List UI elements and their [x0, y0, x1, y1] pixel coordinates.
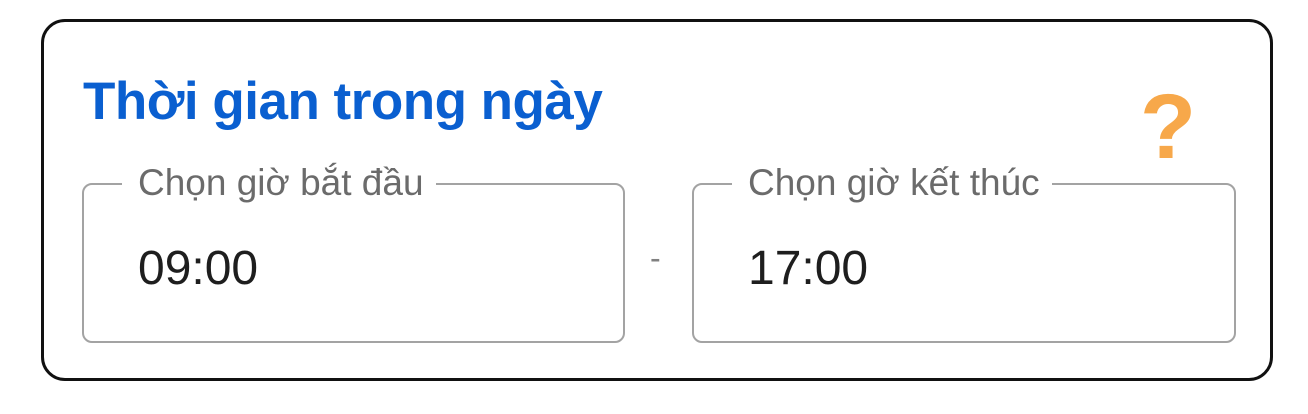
help-icon[interactable]: ?	[1138, 76, 1198, 178]
end-time-label: Chọn giờ kết thúc	[732, 163, 1052, 203]
start-time-label: Chọn giờ bắt đầu	[122, 163, 436, 203]
end-time-value[interactable]: 17:00	[748, 241, 868, 297]
end-time-field[interactable]: Chọn giờ kết thúc 17:00	[692, 163, 1236, 343]
start-time-value[interactable]: 09:00	[138, 241, 258, 297]
help-icon-glyph: ?	[1139, 76, 1197, 178]
start-time-field[interactable]: Chọn giờ bắt đầu 09:00	[82, 163, 625, 343]
range-separator: -	[650, 240, 661, 276]
section-title: Thời gian trong ngày	[83, 72, 603, 131]
